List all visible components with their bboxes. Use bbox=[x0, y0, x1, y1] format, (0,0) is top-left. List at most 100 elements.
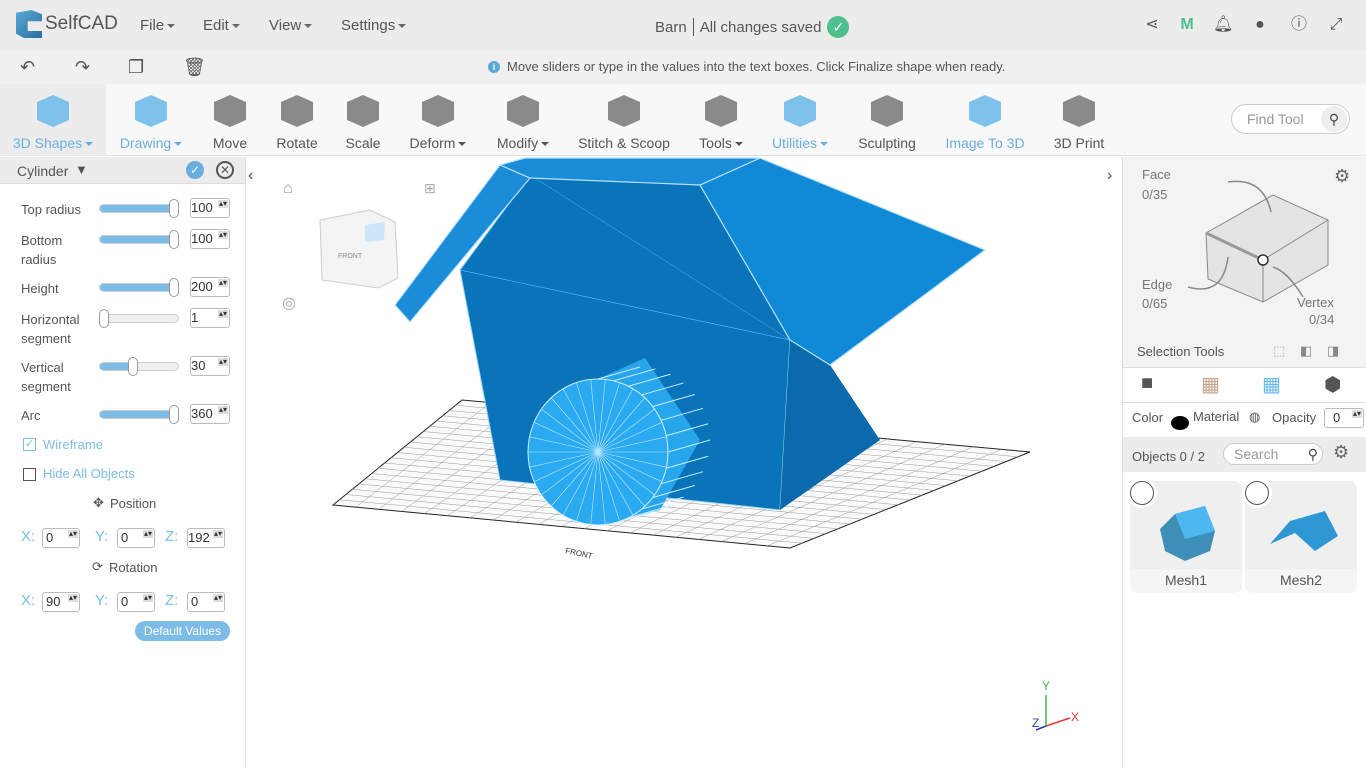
tool-image-to-3d[interactable]: Image To 3D bbox=[942, 84, 1028, 156]
close-icon[interactable]: ✕ bbox=[216, 161, 234, 179]
pos-z-input[interactable]: 192 bbox=[187, 528, 225, 548]
param-slider[interactable] bbox=[99, 278, 179, 297]
tool-tools[interactable]: Tools bbox=[695, 84, 747, 156]
param-input[interactable]: 100 bbox=[190, 229, 230, 249]
tool-3d-print[interactable]: 3D Print bbox=[1050, 84, 1108, 156]
tool-move[interactable]: Move bbox=[205, 84, 255, 156]
param-slider[interactable] bbox=[99, 405, 179, 424]
collapse-left-icon[interactable]: ‹ bbox=[248, 167, 253, 184]
undo-icon[interactable]: ↶ bbox=[20, 57, 35, 78]
3d-viewport[interactable]: FRONT FRONT ⌂ ⊞ ◎ ‹ › Y X Z bbox=[246, 157, 1122, 768]
home-icon[interactable]: ⌂ bbox=[283, 180, 293, 197]
tool-rotate[interactable]: Rotate bbox=[272, 84, 322, 156]
face-label[interactable]: Face bbox=[1142, 167, 1171, 182]
search-icon[interactable]: ⚲ bbox=[1308, 444, 1318, 464]
object-card-mesh2[interactable]: Mesh2 bbox=[1245, 481, 1357, 593]
move-icon bbox=[214, 95, 246, 127]
slider-handle[interactable] bbox=[169, 278, 179, 297]
selfcad-logo[interactable]: SelfCAD bbox=[16, 10, 118, 38]
tool-drawing[interactable]: Drawing bbox=[115, 84, 187, 156]
menu-view[interactable]: View bbox=[269, 17, 312, 34]
trash-icon[interactable]: 🗑︎ bbox=[183, 57, 206, 78]
objects-gear-icon[interactable]: ⚙ bbox=[1333, 442, 1349, 463]
xray-view-icon[interactable]: ⬢ bbox=[1324, 372, 1341, 397]
rot-z-input[interactable]: 0 bbox=[187, 592, 225, 612]
param-slider[interactable] bbox=[99, 199, 179, 218]
solid-view-icon[interactable]: ■ bbox=[1141, 372, 1153, 395]
pos-z-label: Z: bbox=[165, 528, 179, 545]
copy-icon[interactable]: ❐ bbox=[128, 57, 144, 78]
tool-deform[interactable]: Deform bbox=[405, 84, 471, 156]
menu-file[interactable]: File bbox=[140, 17, 175, 34]
edge-count: 0/65 bbox=[1142, 296, 1168, 311]
find-tool-input[interactable]: Find Tool ⚲ bbox=[1231, 104, 1350, 134]
opacity-input[interactable]: 0 bbox=[1324, 408, 1364, 428]
wireframe-checkbox[interactable]: ✓ bbox=[23, 438, 36, 451]
globe-icon[interactable]: ◎ bbox=[282, 295, 296, 312]
slider-handle[interactable] bbox=[169, 230, 179, 249]
redo-icon[interactable]: ↷ bbox=[75, 57, 90, 78]
tool-scale[interactable]: Scale bbox=[338, 84, 388, 156]
material-sphere-icon[interactable]: ◍ bbox=[1249, 409, 1260, 425]
rot-y-input[interactable]: 0 bbox=[117, 592, 155, 612]
param-input[interactable]: 200 bbox=[190, 277, 230, 297]
hide-all-label[interactable]: Hide All Objects bbox=[43, 466, 135, 481]
tool-utilities[interactable]: Utilities bbox=[768, 84, 832, 156]
param-slider[interactable] bbox=[99, 357, 179, 376]
select-visible-icon[interactable]: ◨ bbox=[1327, 343, 1339, 359]
menu-settings[interactable]: Settings bbox=[341, 17, 406, 34]
param-label: Bottom radius bbox=[21, 233, 63, 267]
tool-3d-shapes[interactable]: 3D Shapes bbox=[10, 84, 96, 156]
object-card-mesh1[interactable]: Mesh1 bbox=[1130, 481, 1242, 593]
search-icon[interactable]: ⚲ bbox=[1321, 106, 1347, 132]
rot-x-input[interactable]: 90 bbox=[42, 592, 80, 612]
save-status: All changes saved bbox=[699, 18, 822, 36]
tool-modify[interactable]: Modify bbox=[493, 84, 553, 156]
wireframe-label[interactable]: Wireframe bbox=[43, 437, 103, 452]
param-slider[interactable] bbox=[99, 309, 179, 328]
param-slider[interactable] bbox=[99, 230, 179, 249]
tool-stitch-scoop[interactable]: Stitch & Scoop bbox=[576, 84, 672, 156]
pos-x-input[interactable]: 0 bbox=[42, 528, 80, 548]
param-label: Top radius bbox=[21, 202, 81, 217]
menu-edit[interactable]: Edit bbox=[203, 17, 240, 34]
document-title[interactable]: Barn bbox=[655, 19, 687, 36]
help-icon[interactable]: ⓘ bbox=[1290, 16, 1308, 34]
camera-icon[interactable]: ⊞ bbox=[424, 180, 436, 196]
slider-handle[interactable] bbox=[169, 199, 179, 218]
select-through-icon[interactable]: ◧ bbox=[1300, 343, 1312, 359]
dropdown-icon[interactable]: ▼ bbox=[75, 162, 88, 177]
hide-all-checkbox[interactable] bbox=[23, 468, 36, 481]
user-icon[interactable]: ● bbox=[1251, 16, 1269, 34]
pos-y-input[interactable]: 0 bbox=[117, 528, 155, 548]
axis-gizmo: Y X Z bbox=[1032, 679, 1079, 731]
box-select-icon[interactable]: ⬚ bbox=[1273, 343, 1285, 359]
vertex-label[interactable]: Vertex bbox=[1297, 295, 1334, 310]
objects-search-input[interactable]: Search ⚲ bbox=[1223, 443, 1323, 465]
slider-handle[interactable] bbox=[169, 405, 179, 424]
wireframe-view-icon[interactable]: ▦ bbox=[1201, 372, 1220, 397]
gear-icon[interactable]: ⚙ bbox=[1334, 166, 1350, 187]
modify-icon bbox=[507, 95, 539, 127]
material-label: Material bbox=[1193, 409, 1240, 424]
tool-sculpting[interactable]: Sculpting bbox=[855, 84, 919, 156]
m-icon[interactable]: M bbox=[1178, 16, 1196, 34]
param-input[interactable]: 1 bbox=[190, 308, 230, 328]
param-label: Horizontal segment bbox=[21, 312, 80, 346]
edge-label[interactable]: Edge bbox=[1142, 277, 1172, 292]
share-icon[interactable]: ⋖ bbox=[1143, 16, 1161, 34]
color-swatch[interactable] bbox=[1171, 416, 1189, 430]
param-input[interactable]: 360 bbox=[190, 404, 230, 424]
bell-icon[interactable]: 🔔︎ bbox=[1213, 16, 1233, 34]
view-cube[interactable]: FRONT bbox=[319, 209, 399, 289]
default-values-button[interactable]: Default Values bbox=[135, 621, 230, 641]
slider-handle[interactable] bbox=[128, 357, 139, 376]
solid-wire-view-icon[interactable]: ▦ bbox=[1262, 372, 1281, 397]
collapse-right-icon[interactable]: › bbox=[1107, 167, 1112, 184]
pos-y-label: Y: bbox=[95, 528, 109, 545]
finalize-check-icon[interactable]: ✓ bbox=[186, 161, 204, 179]
slider-handle[interactable] bbox=[99, 309, 109, 328]
param-input[interactable]: 30 bbox=[190, 356, 230, 376]
param-input[interactable]: 100 bbox=[190, 198, 230, 218]
fullscreen-icon[interactable]: ⤢ bbox=[1327, 16, 1345, 34]
